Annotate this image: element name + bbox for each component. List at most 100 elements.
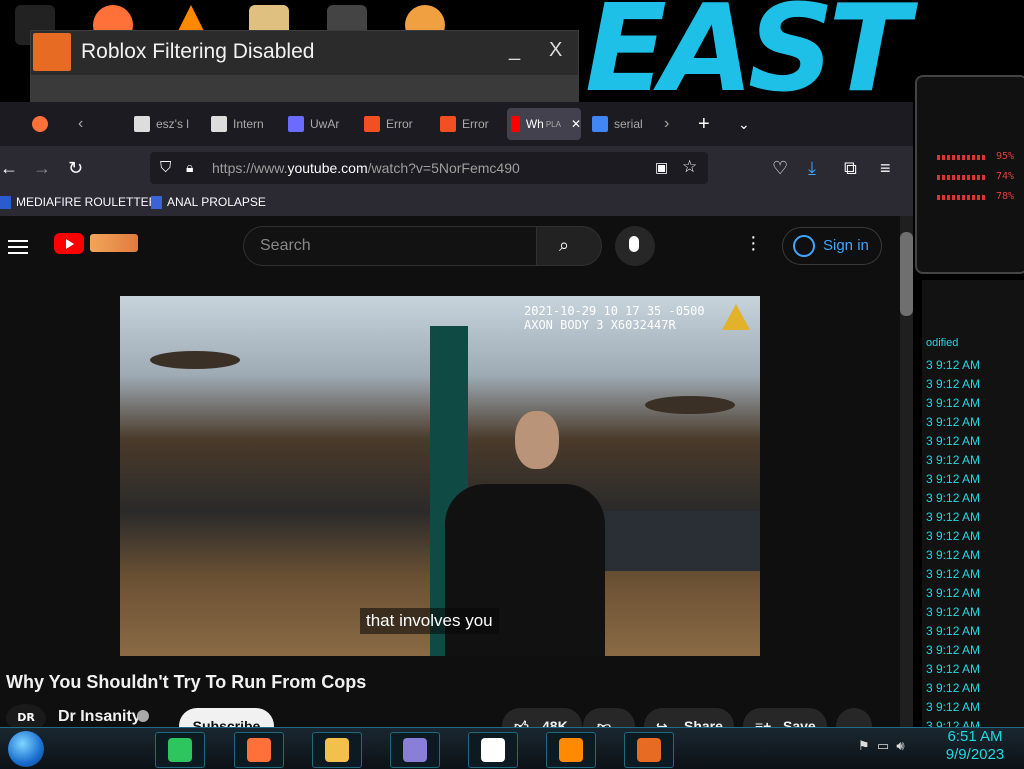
url-prefix: https://www. (212, 160, 288, 176)
tab-favicon-icon (211, 116, 227, 132)
new-tab-icon[interactable]: + (698, 108, 710, 140)
file-row-modified[interactable]: 3 9:12 AM (926, 472, 980, 486)
youtube-doodle[interactable] (90, 234, 138, 252)
tab-scroll-right-icon[interactable]: › (664, 108, 669, 140)
page-scrollbar[interactable] (900, 216, 913, 732)
tab-close-icon[interactable]: ✕ (571, 117, 581, 131)
firefox-icon (32, 116, 48, 132)
file-row-modified[interactable]: 3 9:12 AM (926, 434, 980, 448)
cpu-stat: 95% (995, 151, 1014, 162)
file-row-modified[interactable]: 3 9:12 AM (926, 377, 980, 391)
browser-tab[interactable]: Error (436, 108, 502, 140)
file-row-modified[interactable]: 3 9:12 AM (926, 396, 980, 410)
picture-in-picture-icon[interactable]: ▣ (655, 159, 668, 176)
browser-tab[interactable]: Error (360, 108, 426, 140)
verified-badge-icon (137, 710, 149, 722)
lock-icon[interactable]: 🔒︎ (186, 159, 193, 176)
file-row-modified[interactable]: 3 9:12 AM (926, 415, 980, 429)
video-player[interactable]: 2021-10-29 10 17 35 -0500 AXON BODY 3 X60… (120, 296, 760, 656)
url-text[interactable]: https://www.youtube.com/watch?v=5NorFemc… (212, 160, 520, 176)
bookmark-mediafire[interactable]: MEDIAFIRE ROULETTER (0, 195, 157, 209)
firefox-view-button[interactable] (32, 108, 54, 140)
youtube-logo-icon[interactable] (54, 233, 84, 254)
file-row-modified[interactable]: 3 9:12 AM (926, 605, 980, 619)
bookmark-star-icon[interactable]: ☆ (682, 157, 697, 177)
bookmark-prolapse[interactable]: ANAL PROLAPSE (151, 195, 266, 209)
browser-tab[interactable]: UwAr (284, 108, 350, 140)
network-icon[interactable]: ▭ (877, 738, 889, 753)
downloads-icon[interactable]: ⤓ (808, 158, 816, 179)
volume-icon[interactable]: 🔊︎ (896, 738, 904, 753)
file-row-modified[interactable]: 3 9:12 AM (926, 510, 980, 524)
settings-menu-icon[interactable]: · · · (750, 227, 757, 259)
bookmark-label: ANAL PROLAPSE (167, 195, 266, 209)
tab-favicon-icon (440, 116, 456, 132)
reload-icon[interactable]: ↻ (68, 158, 83, 179)
dialog-title: Roblox Filtering Disabled (81, 40, 315, 63)
scrollbar-thumb[interactable] (900, 232, 913, 316)
file-row-modified[interactable]: 3 9:12 AM (926, 453, 980, 467)
sign-in-button[interactable]: Sign in (782, 227, 882, 265)
guide-menu-icon[interactable] (8, 236, 28, 258)
start-button[interactable] (8, 731, 44, 767)
search-input[interactable]: Search (243, 226, 537, 266)
taskbar-app-app-orange[interactable] (624, 732, 674, 768)
browser-tab[interactable]: esz's l (130, 108, 196, 140)
bookmark-favicon-icon (0, 195, 11, 209)
file-row-modified[interactable]: 3 9:12 AM (926, 567, 980, 581)
tab-scroll-left-icon[interactable]: ‹ (78, 108, 83, 140)
tab-favicon-icon (511, 116, 520, 132)
column-header-modified[interactable]: odified (926, 337, 958, 349)
dialog-close-button[interactable]: X (549, 39, 562, 62)
tab-label: Error (386, 117, 413, 131)
browser-tab[interactable]: Wh PLA ✕ (507, 108, 581, 140)
browser-tab[interactable]: Intern (207, 108, 273, 140)
tab-favicon-icon (592, 116, 608, 132)
browser-tab[interactable]: serial (588, 108, 654, 140)
chat-app-icon (168, 738, 192, 762)
file-row-modified[interactable]: 3 9:12 AM (926, 548, 980, 562)
pocket-icon[interactable]: ♡ (772, 158, 788, 179)
url-path: /watch?v=5NorFemc490 (367, 160, 520, 176)
file-row-modified[interactable]: 3 9:12 AM (926, 491, 980, 505)
taskbar-app-file-explorer[interactable] (312, 732, 362, 768)
forward-icon[interactable]: → (33, 158, 51, 179)
firefox-icon (247, 738, 271, 762)
search-icon: ⌕ (559, 235, 570, 255)
file-row-modified[interactable]: 3 9:12 AM (926, 662, 980, 676)
file-row-modified[interactable]: 3 9:12 AM (926, 643, 980, 657)
url-bar[interactable]: ⛉ 🔒︎ https://www.youtube.com/watch?v=5No… (150, 152, 708, 184)
list-tabs-icon[interactable]: ⌄ (738, 108, 750, 140)
taskbar-app-7zip[interactable] (468, 732, 518, 768)
taskbar-app-firefox[interactable] (234, 732, 284, 768)
navigation-toolbar: ← → ↻ ⛉ 🔒︎ https://www.youtube.com/watch… (0, 146, 913, 190)
flag-icon[interactable]: ⚑ (858, 738, 870, 753)
taskbar-app-search[interactable] (546, 732, 596, 768)
dialog-minimize-button[interactable]: _ (509, 39, 520, 62)
sign-in-label: Sign in (823, 237, 869, 254)
channel-name[interactable]: Dr Insanity (58, 708, 141, 726)
taskbar-app-chat-app[interactable] (155, 732, 205, 768)
app-menu-icon[interactable]: ≡ (880, 158, 891, 179)
clock[interactable]: 6:51 AM 9/9/2023 (940, 728, 1010, 764)
disk-bar (937, 195, 987, 200)
taskbar-app-id-card[interactable] (390, 732, 440, 768)
url-host: youtube.com (287, 160, 368, 176)
search-button[interactable]: ⌕ (536, 226, 602, 266)
file-row-modified[interactable]: 3 9:12 AM (926, 700, 980, 714)
file-row-modified[interactable]: 3 9:12 AM (926, 586, 980, 600)
voice-search-button[interactable] (615, 226, 655, 266)
file-row-modified[interactable]: 3 9:12 AM (926, 681, 980, 695)
shield-icon[interactable]: ⛉ (160, 159, 171, 176)
browser-window: ‹ esz's l Intern UwAr Error Error Wh PLA ✕ seria… (0, 102, 913, 744)
file-row-modified[interactable]: 3 9:12 AM (926, 624, 980, 638)
dialog-body (31, 75, 578, 103)
bookmark-label: MEDIAFIRE ROULETTER (16, 195, 158, 209)
tab-label: esz's l (156, 117, 189, 131)
system-monitor-widget: 95% 74% 78% (915, 75, 1024, 274)
tab-sublabel: PLA (545, 119, 561, 129)
file-row-modified[interactable]: 3 9:12 AM (926, 358, 980, 372)
extensions-icon[interactable]: ⧉ (844, 158, 857, 179)
file-row-modified[interactable]: 3 9:12 AM (926, 529, 980, 543)
back-icon[interactable]: ← (0, 158, 18, 179)
